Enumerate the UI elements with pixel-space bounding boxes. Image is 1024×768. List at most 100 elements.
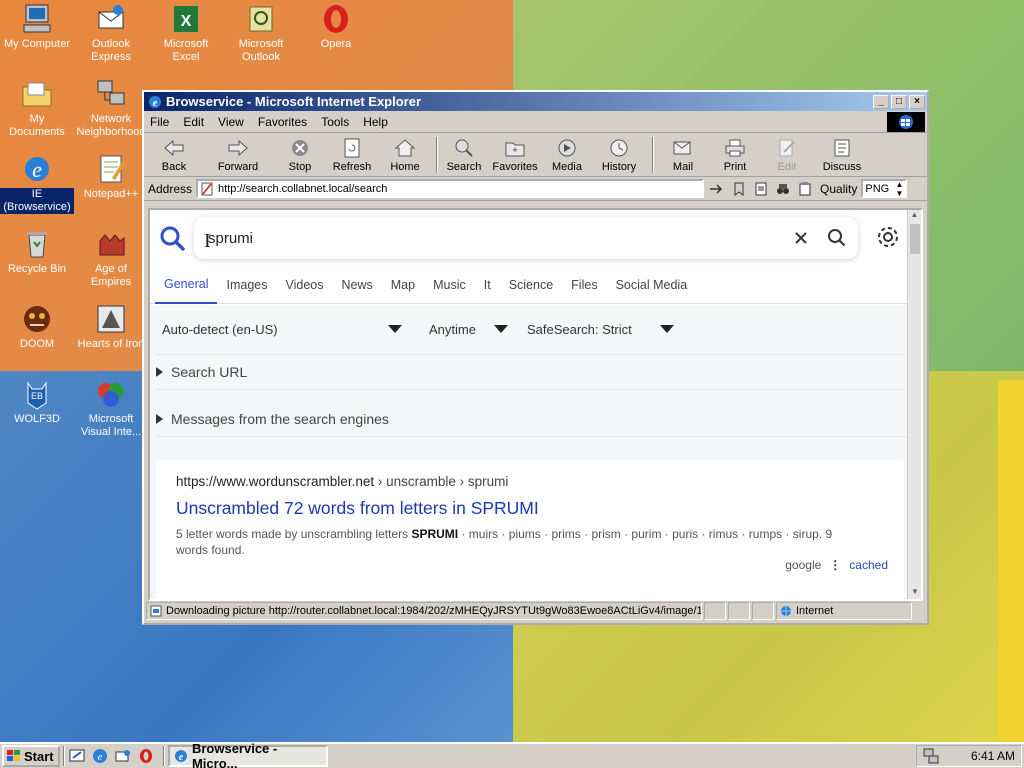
history-button[interactable]: History: [592, 135, 646, 173]
quality-select[interactable]: PNG ▲ ▼: [861, 179, 908, 198]
safesearch-select[interactable]: SafeSearch: Strict: [527, 322, 674, 337]
desktop-icon-excel[interactable]: X Microsoft Excel: [149, 2, 223, 64]
page-button[interactable]: [752, 180, 770, 198]
tab-files[interactable]: Files: [562, 266, 606, 304]
scroll-up-icon[interactable]: ▲: [908, 210, 921, 222]
svg-text:EB: EB: [31, 391, 43, 401]
menu-view[interactable]: View: [218, 115, 244, 129]
menu-help[interactable]: Help: [363, 115, 388, 129]
desktop-icon-outlook[interactable]: Microsoft Outlook: [224, 2, 298, 64]
bookmark-button[interactable]: [730, 180, 748, 198]
favorites-button[interactable]: Favorites: [488, 135, 542, 173]
search-input[interactable]: [194, 223, 786, 253]
close-button[interactable]: ×: [909, 94, 925, 109]
windows-logo-icon: [887, 112, 925, 132]
home-button[interactable]: Home: [380, 135, 430, 173]
search-button[interactable]: Search: [442, 135, 486, 173]
search-submit-button[interactable]: [822, 223, 852, 253]
go-button[interactable]: [708, 180, 726, 198]
page-viewport: I General Images Videos News Map Music I…: [148, 208, 923, 601]
clipboard-button[interactable]: [796, 180, 814, 198]
clear-button[interactable]: [786, 223, 816, 253]
desktop-icon-notepadpp[interactable]: Notepad++: [74, 152, 148, 201]
minimize-button[interactable]: _: [873, 94, 889, 109]
find-button[interactable]: [774, 180, 792, 198]
tab-images[interactable]: Images: [217, 266, 276, 304]
vertical-scrollbar[interactable]: ▲ ▼: [907, 210, 921, 599]
toolbar-separator: [652, 137, 654, 173]
tab-map[interactable]: Map: [382, 266, 424, 304]
more-vert-icon[interactable]: ⋮: [829, 558, 841, 572]
cached-link[interactable]: cached: [849, 558, 888, 572]
outlook-icon: [244, 2, 278, 36]
desktop-icon-doom[interactable]: DOOM: [0, 302, 74, 351]
language-select[interactable]: Auto-detect (en-US): [162, 322, 402, 337]
result-title-link[interactable]: Unscrambled 72 words from letters in SPR…: [176, 498, 539, 519]
search-header: I General Images Videos News Map Music I…: [150, 210, 910, 304]
title-bar[interactable]: e Browservice - Microsoft Internet Explo…: [144, 92, 927, 111]
tab-videos[interactable]: Videos: [276, 266, 332, 304]
desktop-icon-network[interactable]: Network Neighborhood: [74, 77, 148, 139]
menu-file[interactable]: File: [150, 115, 169, 129]
address-input[interactable]: http://search.collabnet.local/search: [196, 179, 705, 198]
result-meta: google ⋮ cached: [785, 558, 888, 572]
desktop-icon-outlook-express[interactable]: Outlook Express: [74, 2, 148, 64]
desktop-icon-recycle-bin[interactable]: Recycle Bin: [0, 227, 74, 276]
results-area: Auto-detect (en-US) Anytime SafeSearch: …: [150, 305, 910, 599]
discuss-button[interactable]: Discuss: [814, 135, 870, 173]
history-icon: [607, 137, 631, 159]
print-button[interactable]: Print: [710, 135, 760, 173]
clock[interactable]: 6:41 AM: [971, 749, 1015, 763]
status-panel: [728, 602, 750, 620]
tab-news[interactable]: News: [332, 266, 381, 304]
forward-button[interactable]: Forward: [202, 135, 274, 173]
security-zone-panel: Internet: [776, 602, 912, 620]
maximize-button[interactable]: □: [891, 94, 907, 109]
taskbar-item-browservice[interactable]: e Browservice - Micro...: [168, 741, 328, 768]
desktop-icon-my-computer[interactable]: My Computer: [0, 2, 74, 51]
mail-button[interactable]: Mail: [658, 135, 708, 173]
scroll-down-icon[interactable]: ▼: [908, 587, 921, 599]
tab-science[interactable]: Science: [500, 266, 562, 304]
back-arrow-icon: [162, 137, 186, 159]
tab-it[interactable]: It: [475, 266, 500, 304]
tab-social-media[interactable]: Social Media: [607, 266, 697, 304]
desktop-icon-opera[interactable]: Opera: [299, 2, 373, 51]
start-button[interactable]: Start: [2, 745, 60, 767]
close-icon: [795, 232, 807, 244]
quicklaunch-ie[interactable]: e: [91, 747, 109, 765]
menu-favorites[interactable]: Favorites: [258, 115, 307, 129]
quicklaunch-outlook-express[interactable]: [114, 747, 132, 765]
scroll-thumb[interactable]: [910, 224, 920, 254]
result-url[interactable]: https://www.wordunscrambler.net › unscra…: [176, 474, 508, 489]
network-tray-icon[interactable]: [923, 748, 939, 764]
address-label: Address: [148, 181, 193, 196]
desktop-icon-hearts-of-iron[interactable]: Hearts of Iron: [74, 302, 148, 351]
time-range-select[interactable]: Anytime: [429, 322, 508, 337]
taskbar-separator: [163, 746, 165, 766]
gear-icon[interactable]: [875, 224, 901, 250]
desktop-icon-wolf3d[interactable]: EB WOLF3D: [0, 377, 74, 426]
back-button[interactable]: Back: [148, 135, 200, 173]
doom-icon: [20, 302, 54, 336]
spinner-arrows-icon[interactable]: ▲ ▼: [895, 180, 905, 198]
searx-logo-icon[interactable]: [158, 224, 186, 252]
menu-edit[interactable]: Edit: [183, 115, 204, 129]
category-tabs: General Images Videos News Map Music It …: [150, 266, 910, 304]
menu-tools[interactable]: Tools: [321, 115, 349, 129]
desktop-icon-my-documents[interactable]: My Documents: [0, 77, 74, 139]
taskbar: Start e e Browservice - Micro... 6:41 AM: [0, 741, 1024, 768]
quicklaunch-desktop[interactable]: [68, 747, 86, 765]
media-button[interactable]: Media: [544, 135, 590, 173]
engine-messages-toggle[interactable]: Messages from the search engines: [156, 401, 906, 437]
refresh-button[interactable]: Refresh: [326, 135, 378, 173]
page-loading-icon: [150, 605, 162, 617]
tab-general[interactable]: General: [155, 266, 218, 304]
tab-music[interactable]: Music: [424, 266, 475, 304]
desktop-icon-visual-interdev[interactable]: Microsoft Visual Inte...: [74, 377, 148, 439]
stop-button[interactable]: Stop: [276, 135, 324, 173]
desktop-icon-age-of-empires[interactable]: Age of Empires: [74, 227, 148, 289]
quicklaunch-opera[interactable]: [137, 747, 155, 765]
search-url-toggle[interactable]: Search URL: [156, 354, 906, 390]
desktop-icon-ie[interactable]: e IE (Browservice): [0, 152, 74, 214]
